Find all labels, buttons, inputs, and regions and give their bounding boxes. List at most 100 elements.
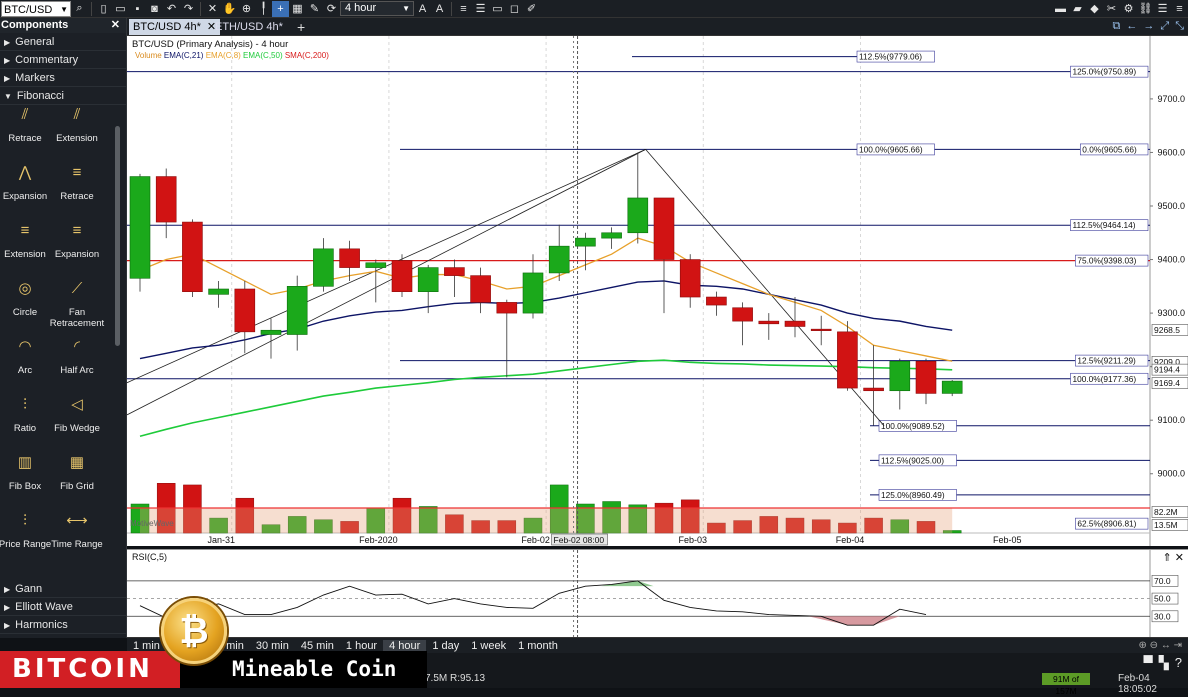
interval-45-min[interactable]: 45 min <box>295 640 340 652</box>
shape-icon[interactable]: ▭ <box>489 1 506 17</box>
maximize-icon[interactable]: ⤢ <box>1160 20 1169 33</box>
panel-scrollbar[interactable] <box>115 126 120 346</box>
tab-btcusd[interactable]: BTC/USD 4h* ✕ <box>129 19 221 35</box>
layout-icon[interactable]: ▚ <box>1159 655 1169 671</box>
tool-circle[interactable]: ◎ Circle <box>0 280 53 318</box>
interval-1-hour[interactable]: 1 hour <box>340 640 383 652</box>
redo-icon[interactable]: ↷ <box>180 1 197 17</box>
memory-indicator[interactable]: 91M of 157M <box>1042 673 1090 696</box>
price-chart[interactable]: Jan-31 Feb-2020 Feb-02 Feb-03 Feb-04 Feb-05 97… <box>127 36 1188 546</box>
interval-30-min[interactable]: 30 min <box>250 640 295 652</box>
candle-down <box>784 320 806 327</box>
zoom-out-icon[interactable]: ⊖ <box>1150 640 1158 651</box>
rsi-panel[interactable]: 70.0 50.0 30.0 RSI(C,5) ⇑ ✕ <box>127 549 1188 638</box>
category-elliott-wave[interactable]: ▶ Elliott Wave <box>0 598 126 616</box>
close-icon[interactable]: ✕ <box>1175 552 1184 564</box>
chevron-down-icon[interactable]: ▼ <box>60 2 68 18</box>
text-icon[interactable]: A <box>414 1 431 17</box>
scroll-icon[interactable]: ↔ <box>1161 640 1171 651</box>
open-icon[interactable]: ▭ <box>112 1 129 17</box>
legend-ema-c-8[interactable]: EMA(C,8) <box>206 51 243 60</box>
category-markers[interactable]: ▶ Markers <box>0 69 126 87</box>
tool-extension[interactable]: ≡ Extension <box>0 223 53 260</box>
link-icon[interactable]: ⛓ <box>1137 1 1154 17</box>
grid-icon[interactable]: ▦ <box>289 1 306 17</box>
symbol-selector[interactable]: BTC/USD ▼ <box>1 0 71 18</box>
tool-fib-grid[interactable]: ▦ Fib Grid <box>49 455 105 492</box>
save-icon[interactable]: ▪ <box>129 1 146 17</box>
category-commentary[interactable]: ▶ Commentary <box>0 51 126 69</box>
tool-fib-wedge[interactable]: ◁ Fib Wedge <box>49 397 105 434</box>
time-label: Feb-03 <box>679 535 708 545</box>
zoom-icon[interactable]: ⊕ <box>238 1 255 17</box>
tool-arc[interactable]: ◠ Arc <box>0 339 53 376</box>
search-icon[interactable]: ⌕ <box>71 1 88 17</box>
move-up-icon[interactable]: ⇑ <box>1163 552 1172 564</box>
zoom-in-icon[interactable]: ⊕ <box>1138 640 1146 651</box>
tool-expansion[interactable]: ≡ Expansion <box>49 223 105 260</box>
tool-price-range[interactable]: ⫶ Price Range <box>0 513 53 550</box>
detach-icon[interactable]: ⧉ <box>1113 20 1121 33</box>
back-icon[interactable]: ← <box>1126 20 1137 33</box>
category-gann[interactable]: ▶ Gann <box>0 580 126 598</box>
legend-sma-c-200[interactable]: SMA(C,200) <box>285 51 329 60</box>
tools-icon[interactable]: ✂ <box>1103 1 1120 17</box>
interval-4-hour[interactable]: 4 hour <box>383 639 427 652</box>
color-theme-icon[interactable]: ◆ <box>1086 1 1103 17</box>
tool-retrace[interactable]: ⫽ Retrace <box>0 107 53 144</box>
sync-icon[interactable]: ⟳ <box>323 1 340 17</box>
close-icon[interactable]: ✕ <box>111 18 120 33</box>
tab-ethusd[interactable]: ETH/USD 4h* <box>211 19 287 35</box>
interval-1-min[interactable]: 1 min <box>127 640 166 652</box>
tool-label: Fib Wedge <box>54 423 100 434</box>
new-doc-icon[interactable]: ▯ <box>95 1 112 17</box>
line-style-icon[interactable]: ≡ <box>455 1 472 17</box>
price-chart-canvas[interactable]: Jan-31 Feb-2020 Feb-02 Feb-03 Feb-04 Feb-05 97… <box>127 36 1188 546</box>
pin-icon[interactable]: ╿ <box>255 1 272 17</box>
draw-icon[interactable]: ✎ <box>306 1 323 17</box>
tool-fan-retracement[interactable]: ⟋ Fan Retracement <box>49 281 105 329</box>
list-icon[interactable]: ☰ <box>1154 1 1171 17</box>
font-size-icon[interactable]: A <box>431 1 448 17</box>
tool-label: Circle <box>12 307 38 318</box>
undo-icon[interactable]: ↶ <box>163 1 180 17</box>
add-tab-button[interactable]: + <box>297 19 305 35</box>
fib-circle-icon: ◎ <box>18 280 32 297</box>
interval-1-day[interactable]: 1 day <box>426 640 465 652</box>
menu-icon[interactable]: ≡ <box>1171 1 1188 17</box>
legend-ema-c-21[interactable]: EMA(C,21) <box>164 51 206 60</box>
category-elliott-wave-markers[interactable]: ▶Elliott Wave Markers <box>0 634 126 638</box>
fit-icon[interactable]: ⇥ <box>1174 640 1182 651</box>
category-general[interactable]: ▶ General <box>0 33 126 51</box>
interval-1-week[interactable]: 1 week <box>465 640 512 652</box>
layout-icon[interactable]: ▬ <box>1052 1 1069 17</box>
legend-volume[interactable]: Volume <box>135 51 164 60</box>
restore-icon[interactable]: ⤡ <box>1175 20 1184 33</box>
dock-icon[interactable]: ▀ <box>1144 655 1153 671</box>
interval-selector[interactable]: 4 hour ▼ <box>340 1 414 16</box>
rsi-canvas[interactable]: 70.0 50.0 30.0 <box>127 550 1188 638</box>
tool-retrace[interactable]: ≡ Retrace <box>49 165 105 202</box>
forward-icon[interactable]: → <box>1143 20 1154 33</box>
pencil-icon[interactable]: ✐ <box>523 1 540 17</box>
tool-expansion[interactable]: ⋀ Expansion <box>0 165 53 202</box>
hand-icon[interactable]: ✋ <box>221 1 238 17</box>
tool-extension[interactable]: ⫽ Extension <box>49 107 105 144</box>
interval-1-month[interactable]: 1 month <box>512 640 564 652</box>
crosshair-icon[interactable]: + <box>272 0 289 17</box>
category-harmonics[interactable]: ▶ Harmonics <box>0 616 126 634</box>
cursor-icon[interactable]: ✕ <box>204 1 221 17</box>
category-fibonacci[interactable]: ▼ Fibonacci <box>0 87 126 105</box>
tool-fib-box[interactable]: ▥ Fib Box <box>0 455 53 492</box>
tool-ratio[interactable]: ⫶ Ratio <box>0 397 53 434</box>
tool-half-arc[interactable]: ◜ Half Arc <box>49 339 105 376</box>
tool-time-range[interactable]: ⟷ Time Range <box>49 513 105 550</box>
help-icon[interactable]: ? <box>1175 655 1182 671</box>
settings-icon[interactable]: ⚙ <box>1120 1 1137 17</box>
chart-type-icon[interactable]: ▰ <box>1069 1 1086 17</box>
chevron-down-icon[interactable]: ▼ <box>402 2 410 15</box>
camera-icon[interactable]: ◙ <box>146 1 163 17</box>
color-icon[interactable]: ◻ <box>506 1 523 17</box>
line-width-icon[interactable]: ☰ <box>472 1 489 17</box>
legend-ema-c-50[interactable]: EMA(C,50) <box>243 51 285 60</box>
